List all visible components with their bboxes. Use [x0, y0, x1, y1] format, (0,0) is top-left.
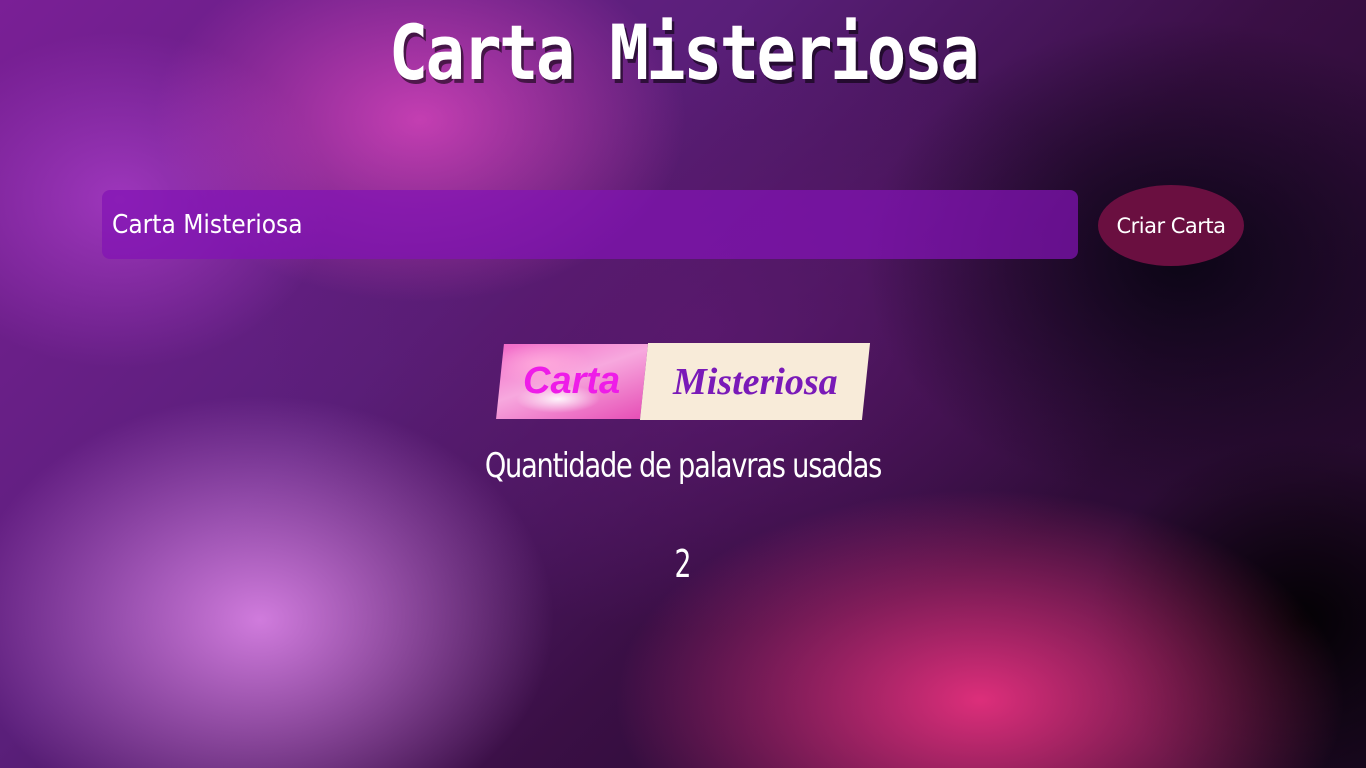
page-title: Carta Misteriosa — [388, 8, 980, 97]
word-count-value: 2 — [674, 542, 692, 586]
card-word-text: Misteriosa — [672, 360, 838, 403]
generated-card: Carta Misteriosa — [0, 343, 1366, 421]
card-word: Carta — [496, 344, 648, 419]
card-word-text: Carta — [523, 360, 621, 402]
card-form: Criar Carta — [102, 185, 1244, 266]
card-text-input[interactable] — [102, 190, 1078, 259]
create-card-button[interactable]: Criar Carta — [1098, 185, 1244, 266]
word-count-label: Quantidade de palavras usadas — [484, 446, 883, 486]
card-word: Misteriosa — [639, 343, 871, 420]
